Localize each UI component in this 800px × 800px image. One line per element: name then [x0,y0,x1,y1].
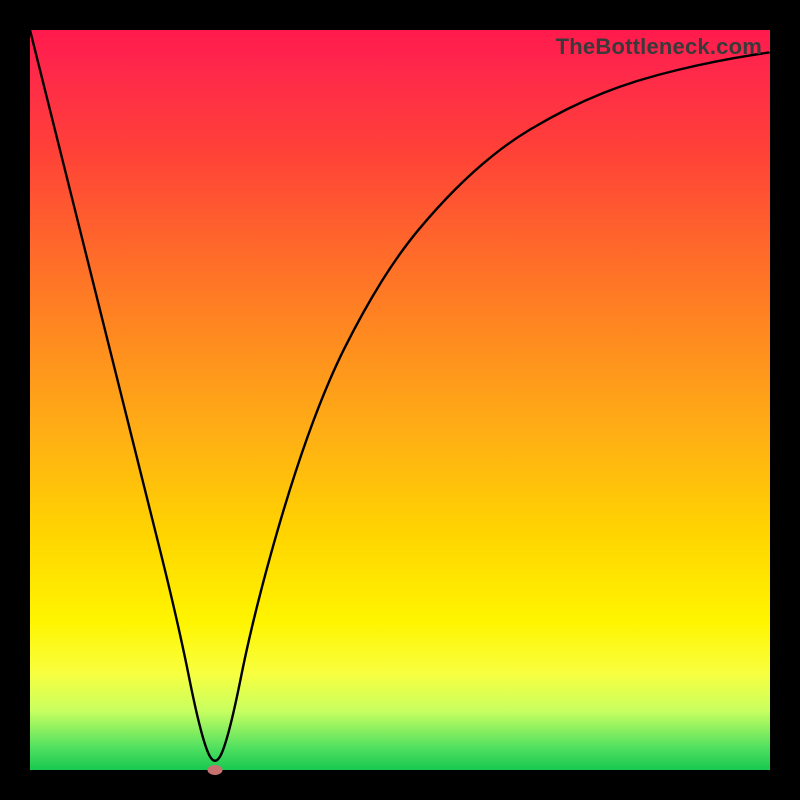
curve-path [30,30,770,761]
optimum-marker [208,765,223,775]
plot-area: TheBottleneck.com [30,30,770,770]
watermark-text: TheBottleneck.com [556,34,762,60]
bottleneck-curve [30,30,770,770]
chart-frame: TheBottleneck.com [0,0,800,800]
